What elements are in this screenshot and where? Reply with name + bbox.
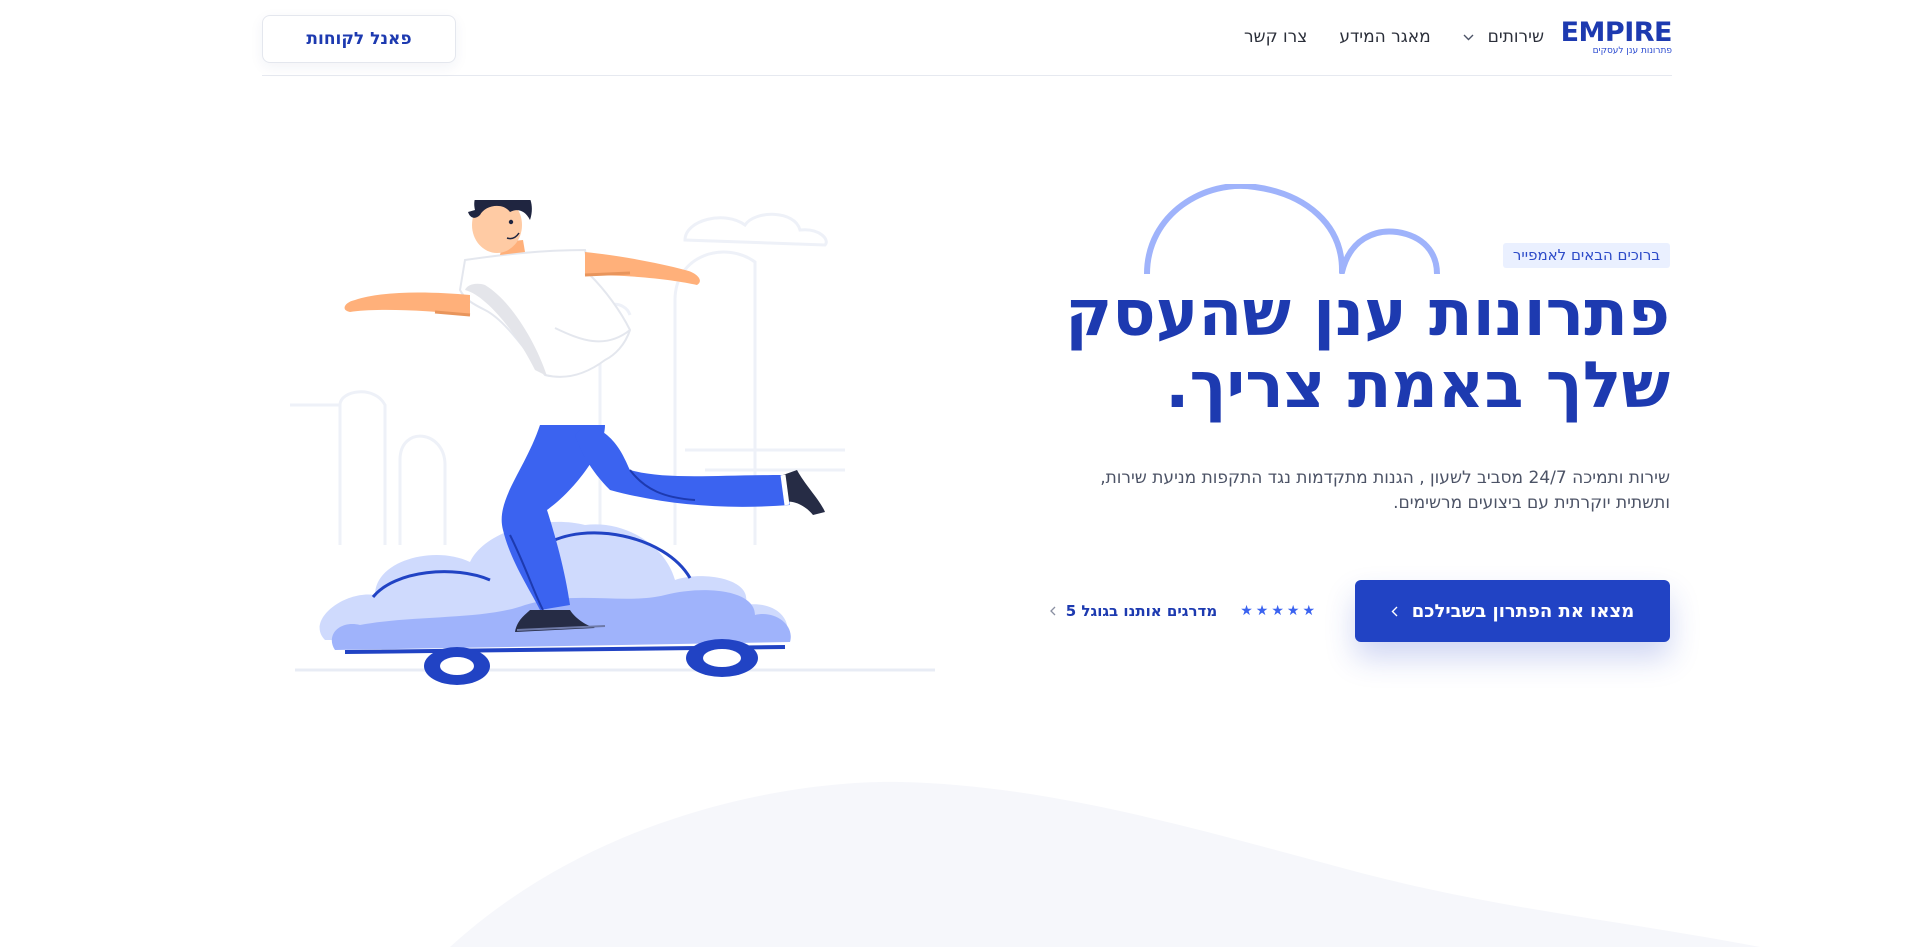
site-header: EMPIRE פתרונות ענן לעסקים שירותים מאגר ה… <box>262 0 1673 76</box>
headline-line-1: פתרונות ענן שהעסק <box>1065 277 1670 351</box>
logo-wordmark: EMPIRE <box>1560 17 1673 48</box>
headline-line-2: שלך באמת צריך. <box>1165 349 1670 423</box>
rating-stars: ★ ★ ★ ★ ★ <box>1237 604 1315 618</box>
chevron-left-icon <box>1391 606 1398 617</box>
nav-item-label: מאגר המידע <box>1339 27 1431 47</box>
star-icon: ★ <box>1302 603 1315 619</box>
background-wave <box>450 781 1760 947</box>
nav-item-label: צרו קשר <box>1243 27 1308 47</box>
hero-description: שירות ותמיכה 24/7 מסביב לשעון , הגנות מת… <box>1100 468 1670 513</box>
main-nav: שירותים מאגר המידע צרו קשר <box>1212 27 1544 47</box>
welcome-badge: ברוכים הבאים לאמפייר <box>1502 243 1670 268</box>
star-icon: ★ <box>1271 603 1284 619</box>
cloud-outline-decoration <box>1144 184 1440 274</box>
nav-item-knowledge-base[interactable]: מאגר המידע <box>1339 27 1430 47</box>
landing-page: EMPIRE פתרונות ענן לעסקים שירותים מאגר ה… <box>0 0 1920 947</box>
google-rating-link[interactable]: מדרגים אותנו בגוגל 5 <box>1049 602 1218 620</box>
star-icon: ★ <box>1286 603 1300 619</box>
nav-item-contact[interactable]: צרו קשר <box>1244 27 1307 47</box>
star-icon: ★ <box>1240 603 1253 619</box>
chevron-down-icon <box>1463 34 1474 41</box>
google-rating: ★ ★ ★ ★ ★ מדרגים אותנו בגוגל 5 <box>1049 602 1315 620</box>
chevron-left-icon <box>1049 606 1056 616</box>
skateboarder-illustration <box>290 200 935 685</box>
client-panel-button[interactable]: פאנל לקוחות <box>262 15 456 63</box>
cta-label: מצאו את הפתרון בשבילכם <box>1411 600 1635 622</box>
nav-item-label: שירותים <box>1487 27 1544 47</box>
find-solution-button[interactable]: מצאו את הפתרון בשבילכם <box>1355 580 1670 642</box>
star-icon: ★ <box>1255 603 1269 619</box>
hero-headline: פתרונות ענן שהעסק שלך באמת צריך. <box>1030 278 1670 422</box>
rating-label: מדרגים אותנו בגוגל 5 <box>1065 602 1218 620</box>
brand-logo[interactable]: EMPIRE פתרונות ענן לעסקים <box>1560 17 1673 56</box>
nav-item-services[interactable]: שירותים <box>1463 27 1544 47</box>
